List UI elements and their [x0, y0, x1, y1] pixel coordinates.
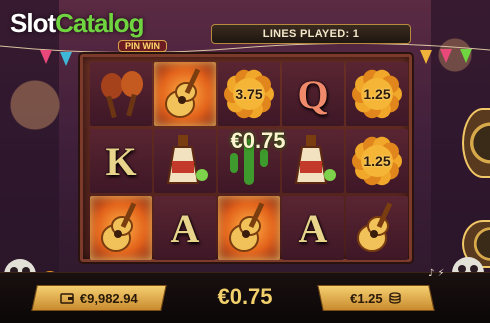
bonus-value: 1.25	[363, 153, 391, 169]
win-overlay-amount: €0.75	[230, 128, 286, 153]
letter-symbol: K	[105, 138, 137, 184]
reel-cell	[90, 196, 152, 260]
brand-right: Catalog	[55, 8, 144, 38]
reel-cell: Q	[282, 62, 344, 126]
total-win-display: €0.75	[217, 284, 273, 309]
maracas-symbol	[101, 71, 143, 119]
coins-icon	[388, 292, 402, 304]
reel-cell	[154, 62, 216, 126]
reel-cell	[218, 196, 280, 260]
reel-cell: 1.25	[346, 129, 408, 193]
reel-cell	[154, 129, 216, 193]
letter-symbol: Q	[297, 71, 329, 117]
letter-symbol: A	[298, 205, 328, 251]
guitar-symbol	[229, 202, 265, 252]
balance-display: €9,982.94	[31, 285, 167, 311]
reel-grid: 3.75 Q 1.25 K 1.25 A A	[90, 62, 408, 260]
brand-left: Slot	[10, 8, 56, 38]
reel-cell: 1.25	[346, 62, 408, 126]
lines-played-banner: LINES PLAYED: 1	[211, 24, 411, 44]
guitar-symbol	[357, 202, 393, 252]
balance-value: €9,982.94	[80, 290, 138, 306]
reel-cell: 3.75	[218, 62, 280, 126]
reel-cell: A	[282, 196, 344, 260]
sound-toggle[interactable]: ♪ ⚡	[428, 268, 450, 280]
reel-cell	[346, 196, 408, 260]
letter-symbol: A	[170, 205, 200, 251]
bonus-value: 3.75	[235, 86, 263, 102]
game-subtitle: PIN WIN	[118, 40, 167, 52]
bet-value: €1.25	[349, 290, 383, 306]
brand-watermark: SlotCatalog	[10, 8, 144, 39]
bet-selector[interactable]: €1.25	[317, 285, 435, 311]
reel-cell	[90, 62, 152, 126]
reel-frame: 3.75 Q 1.25 K 1.25 A A	[80, 54, 412, 262]
reel-cell: K	[90, 129, 152, 193]
bonus-value: 1.25	[363, 86, 391, 102]
game-logo: SlotCatalog PIN WIN	[10, 6, 210, 52]
guitar-symbol	[165, 68, 201, 118]
reel-cell: A	[154, 196, 216, 260]
tequila-symbol	[166, 135, 208, 184]
wallet-icon	[60, 292, 74, 304]
guitar-symbol	[101, 202, 137, 252]
